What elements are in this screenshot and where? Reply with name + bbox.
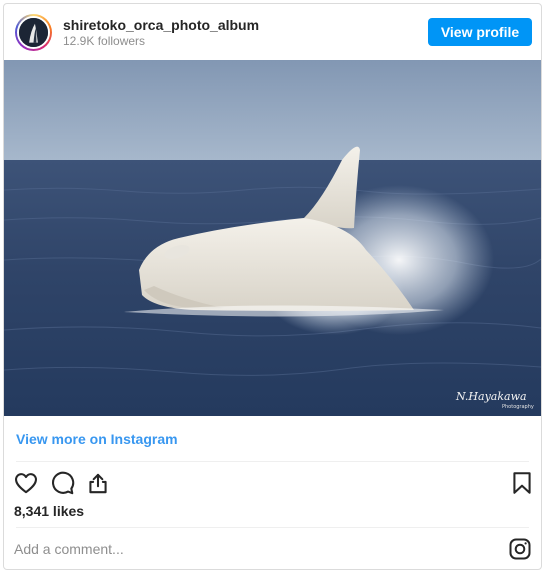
post-photo[interactable]: N.Hayakawa Photography (4, 60, 541, 416)
add-comment-input[interactable]: Add a comment... (14, 541, 124, 557)
view-more-link[interactable]: View more on Instagram (16, 431, 178, 447)
post-header: shiretoko_orca_photo_album 12.9K followe… (4, 4, 541, 60)
instagram-embed-card: shiretoko_orca_photo_album 12.9K followe… (3, 3, 542, 570)
photo-watermark-sub: Photography (502, 404, 534, 410)
divider (16, 527, 529, 528)
username[interactable]: shiretoko_orca_photo_album (63, 17, 259, 33)
comment-icon[interactable] (49, 470, 75, 496)
view-profile-button[interactable]: View profile (428, 18, 532, 46)
divider (16, 461, 529, 462)
photo-watermark: N.Hayakawa (455, 390, 527, 403)
avatar[interactable] (15, 14, 52, 51)
share-icon[interactable] (85, 470, 111, 496)
heart-icon[interactable] (13, 470, 39, 496)
action-bar (4, 468, 541, 498)
instagram-icon[interactable] (508, 537, 532, 561)
like-count[interactable]: 8,341 likes (14, 503, 84, 519)
avatar-image (17, 16, 50, 49)
follower-count: 12.9K followers (63, 34, 146, 48)
bookmark-icon[interactable] (509, 470, 535, 496)
